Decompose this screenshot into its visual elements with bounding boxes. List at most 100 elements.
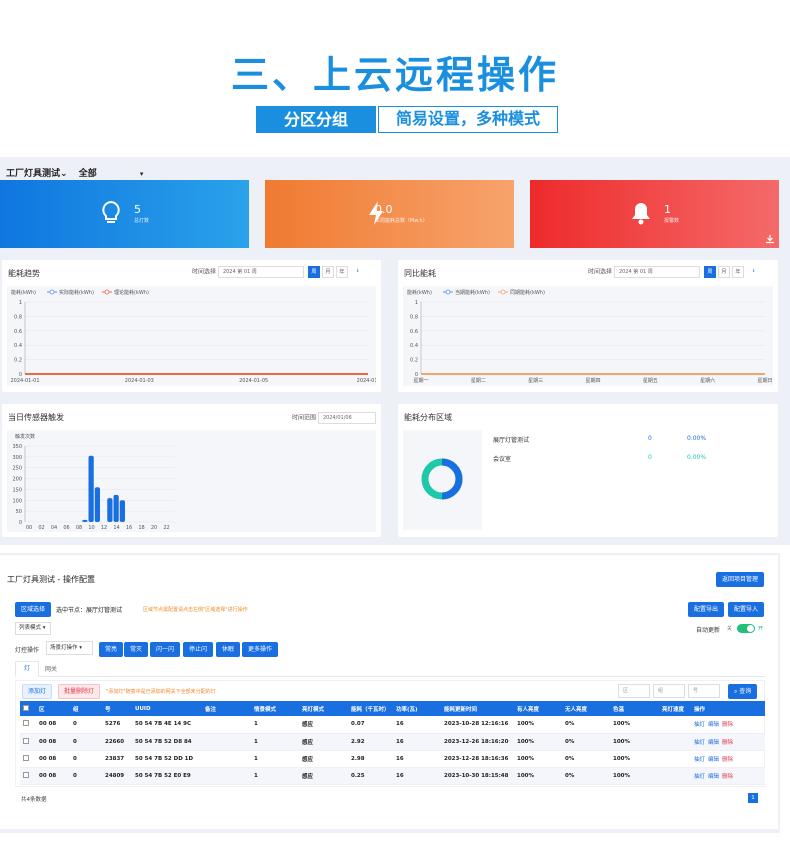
op-button-blink[interactable]: 闪一闪 (150, 642, 181, 657)
year-button[interactable]: 年 (731, 266, 744, 278)
row-checkbox[interactable] (20, 750, 36, 768)
pagination-page[interactable]: 1 (748, 793, 758, 803)
select-all-checkbox[interactable] (20, 701, 36, 716)
table-cell: 100% (610, 716, 659, 734)
x-tick-label: 08 (76, 525, 82, 531)
table-cell: 16 (393, 750, 441, 768)
search-zone-input[interactable]: 区 (618, 684, 650, 698)
legend-label: 同期能耗(kWh) (510, 289, 545, 296)
table-cell: 100% (514, 750, 562, 768)
table-cell: 50 54 7B 4E 14 9C (132, 716, 202, 734)
stat-label: 报警数 (664, 218, 680, 224)
yoy-energy-panel: 同比能耗 时间选择 2024 第 01 周 周月年 ⭳ 能耗(kWh) 当期能耗(… (398, 260, 778, 392)
tab-gateway[interactable]: 网关 (45, 664, 57, 673)
y-tick-label: 350 (12, 444, 22, 450)
month-button[interactable]: 月 (321, 266, 334, 278)
date-picker[interactable]: 2024 第 01 周 (613, 266, 700, 278)
row-checkbox[interactable] (20, 716, 36, 734)
y-tick-label: 0.8 (410, 314, 418, 320)
x-tick-label: 2024-01- (357, 378, 376, 384)
week-button[interactable]: 周 (307, 266, 320, 278)
x-tick-label: 12 (101, 525, 107, 531)
week-button[interactable]: 周 (703, 266, 716, 278)
column-header: 号 (102, 701, 132, 716)
batch-delete-button[interactable]: 批量删除灯 (58, 684, 101, 699)
table-cell: 2023-10-30 18:15:48 (441, 767, 514, 785)
y-tick-label: 50 (16, 509, 22, 515)
date-picker[interactable]: 2024/01/06 (317, 412, 376, 424)
x-tick-label: 星期二 (471, 378, 486, 384)
op-button-stop-blink[interactable]: 停止闪 (183, 642, 214, 657)
column-header: 能耗（千瓦时） (348, 701, 393, 716)
app-name[interactable]: 工厂灯具测试 (6, 169, 60, 179)
stat-label: 总灯数 (134, 218, 150, 224)
back-to-projects-button[interactable]: 返回项目管理 (716, 572, 765, 587)
legend-marker (104, 289, 110, 295)
time-label: 时间选择 (192, 268, 217, 276)
sensor-panel: 当日传感器触发 时间范围 2024/01/06 触发次数 350 300 250 200… (2, 404, 381, 537)
config-export-button[interactable]: 配置导出 (688, 602, 725, 617)
region-select-button[interactable]: 区域选择 (15, 602, 52, 617)
pull-light-link[interactable]: 抽灯 (694, 774, 705, 780)
tab-lights[interactable]: 灯 (15, 661, 39, 677)
download-icon[interactable]: ⭳ (352, 266, 364, 278)
year-button[interactable]: 年 (335, 266, 348, 278)
hero-tag-right: 简易设置，多种模式 (378, 106, 558, 133)
search-button[interactable]: ⌕ 查询 (728, 684, 758, 699)
x-tick-label: 04 (51, 525, 57, 531)
light-op-select[interactable]: 场景灯操作 ▾ (46, 641, 93, 655)
table-cell: 00 08 (36, 750, 70, 768)
config-import-button[interactable]: 配置导入 (728, 602, 765, 617)
chevron-down-icon[interactable]: ▾ (140, 170, 144, 178)
list-mode-label: 列表模式 (19, 625, 42, 631)
search-number-input[interactable]: 号 (688, 684, 720, 698)
pull-light-link[interactable]: 抽灯 (694, 757, 705, 763)
hero-tag-left: 分区分组 (256, 106, 376, 133)
add-light-button[interactable]: 添加灯 (22, 684, 53, 699)
op-button-more[interactable]: 更多操作 (242, 642, 279, 657)
stat-label: 本周能耗总数（Mw.h） (375, 218, 428, 224)
delete-link[interactable]: 删除 (722, 774, 733, 780)
table-row: 00 08 0 23837 50 54 7B 52 DD 1D 1 感应 2.98 16 202… (20, 750, 765, 768)
table-cell: 00 08 (36, 716, 70, 734)
op-button-sleep[interactable]: 休眠 (216, 642, 241, 657)
edit-link[interactable]: 编辑 (708, 740, 719, 746)
top-bar: 工厂灯具测试⌄ 全部 ▾ (6, 166, 143, 179)
table-cell: 感应 (299, 733, 348, 751)
delete-link[interactable]: 删除 (722, 722, 733, 728)
table-cell: 2023-10-28 12:16:16 (441, 716, 514, 734)
row-checkbox[interactable] (20, 733, 36, 751)
delete-link[interactable]: 删除 (722, 740, 733, 746)
search-group-input[interactable]: 组 (653, 684, 685, 698)
table-cell: 2023-12-26 18:16:20 (441, 733, 514, 751)
op-button-always-off[interactable]: 常灭 (124, 642, 149, 657)
download-icon[interactable] (765, 234, 775, 244)
edit-link[interactable]: 编辑 (708, 774, 719, 780)
trend-chart: 能耗(kWh) 实际能耗(kWh) 理论能耗(kWh)10.80.60.40.202… (10, 289, 379, 384)
auto-refresh-toggle[interactable] (737, 624, 755, 633)
download-icon[interactable]: ⭳ (748, 266, 760, 278)
app-caret[interactable]: ⌄ (60, 169, 68, 179)
y-axis-label: 触发次数 (15, 433, 35, 440)
delete-link[interactable]: 删除 (722, 757, 733, 763)
pull-light-link[interactable]: 抽灯 (694, 722, 705, 728)
y-tick-label: 150 (12, 487, 22, 493)
scope-select[interactable]: 全部 (79, 169, 97, 179)
trend-plot: 能耗(kWh) 实际能耗(kWh) 理论能耗(kWh) 1 0.8 0.6 0.4 0.2 0 2… (7, 286, 380, 386)
row-checkbox[interactable] (20, 767, 36, 785)
table-cell (659, 716, 691, 734)
donut-chart (421, 458, 463, 500)
op-button-always-on[interactable]: 常亮 (99, 642, 124, 657)
table-cell: 24809 (102, 767, 132, 785)
edit-link[interactable]: 编辑 (708, 757, 719, 763)
x-tick-label: 星期日 (757, 378, 772, 384)
month-button[interactable]: 月 (717, 266, 730, 278)
list-mode-select[interactable]: 列表模式 ▾ (15, 622, 51, 635)
y-tick-label: 0.6 (14, 329, 22, 335)
table-cell: 0.07 (348, 716, 393, 734)
edit-link[interactable]: 编辑 (708, 722, 719, 728)
date-picker[interactable]: 2024 第 01 周 (217, 266, 304, 278)
table-header: 区 组 号 UUID 备注 情景模式 亮灯模式 能耗（千瓦时） 功率(瓦) 能耗… (20, 701, 765, 716)
bar (107, 498, 113, 522)
pull-light-link[interactable]: 抽灯 (694, 740, 705, 746)
